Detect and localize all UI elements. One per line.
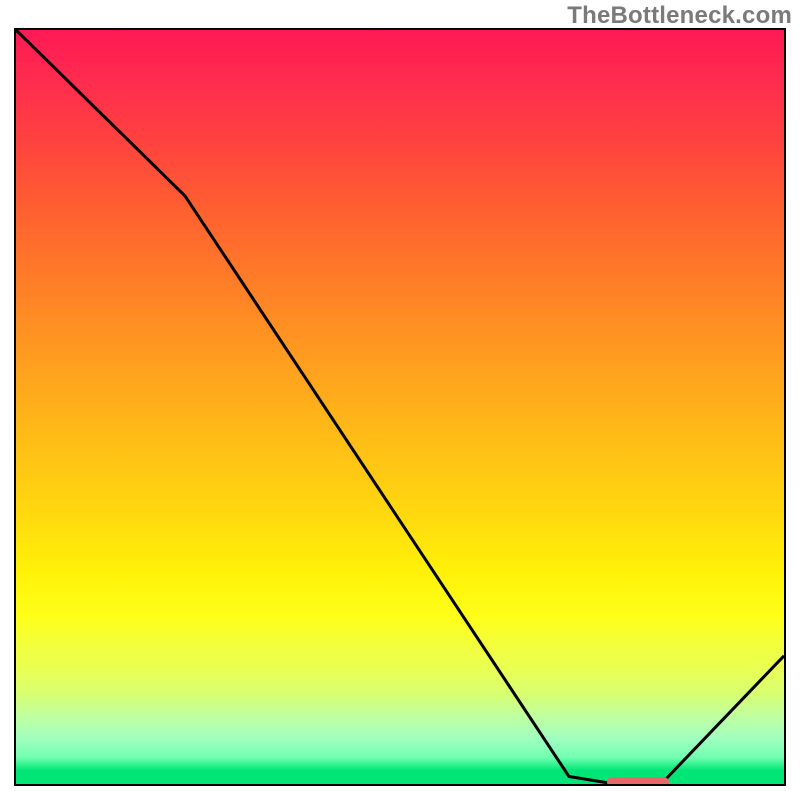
watermark-text: TheBottleneck.com (567, 2, 792, 30)
chart-container: TheBottleneck.com (0, 0, 800, 800)
current-config-marker (607, 777, 668, 786)
plot-frame (14, 28, 786, 786)
bottleneck-curve (16, 30, 784, 784)
